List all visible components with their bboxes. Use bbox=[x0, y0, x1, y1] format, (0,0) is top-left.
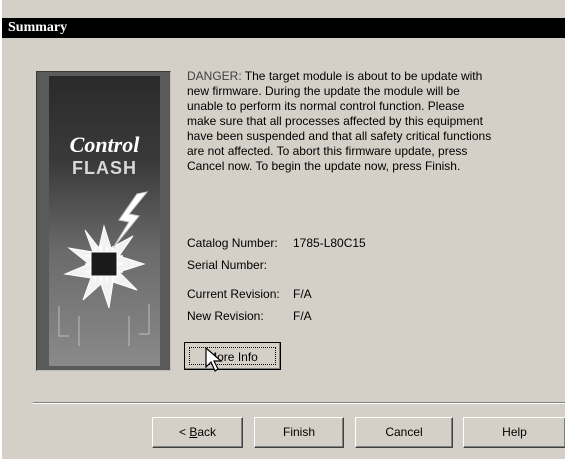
cancel-button[interactable]: Cancel bbox=[355, 417, 453, 448]
serial-number-label: Serial Number: bbox=[187, 258, 268, 272]
logo-text-control: Control bbox=[69, 132, 140, 157]
current-revision-label: Current Revision: bbox=[187, 287, 280, 301]
catalog-number-label: Catalog Number: bbox=[187, 236, 278, 250]
new-revision-value: F/A bbox=[293, 309, 312, 323]
separator-highlight bbox=[33, 403, 565, 404]
back-button[interactable]: < Back bbox=[152, 417, 243, 448]
back-prefix: < bbox=[178, 425, 190, 439]
mouse-pointer-icon bbox=[205, 347, 223, 372]
warning-body: The target module is about to be update … bbox=[187, 69, 492, 173]
finish-button[interactable]: Finish bbox=[254, 417, 344, 448]
logo-background: Control FLASH bbox=[49, 76, 160, 366]
logo-text-flash: FLASH bbox=[72, 158, 137, 178]
chip-lightning-icon bbox=[58, 191, 150, 346]
top-strip bbox=[0, 0, 565, 18]
summary-dialog: Summary Control FLASH DANGER: The target… bbox=[0, 0, 565, 459]
help-button[interactable]: Help bbox=[463, 417, 565, 448]
more-info-button[interactable]: More Info bbox=[184, 342, 281, 370]
more-info-label: More Info bbox=[189, 347, 276, 365]
warning-message: DANGER: The target module is about to be… bbox=[187, 69, 497, 174]
back-label-rest: ack bbox=[197, 425, 217, 439]
catalog-number-value: 1785-L80C15 bbox=[293, 236, 366, 250]
window-left-edge bbox=[0, 0, 2, 459]
dialog-title: Summary bbox=[2, 18, 565, 38]
danger-label: DANGER: bbox=[187, 69, 242, 83]
current-revision-value: F/A bbox=[293, 287, 312, 301]
new-revision-label: New Revision: bbox=[187, 309, 264, 323]
controlflash-logo: Control FLASH bbox=[36, 71, 171, 371]
